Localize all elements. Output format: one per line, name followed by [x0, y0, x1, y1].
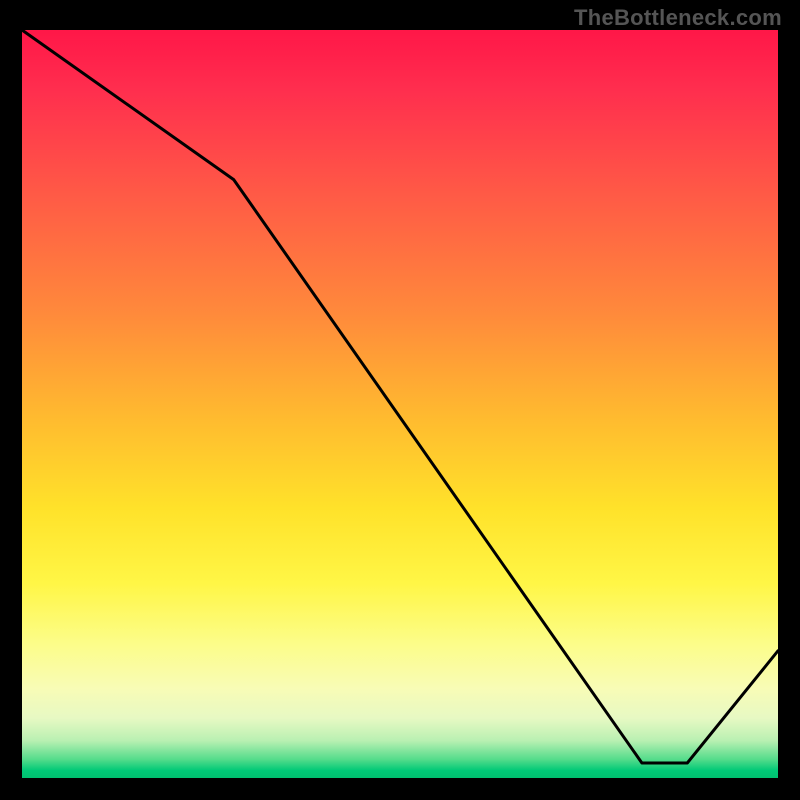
watermark-text: TheBottleneck.com [574, 5, 782, 31]
chart-frame: TheBottleneck.com [0, 0, 800, 800]
plot-area [22, 30, 778, 778]
data-line [22, 30, 778, 778]
